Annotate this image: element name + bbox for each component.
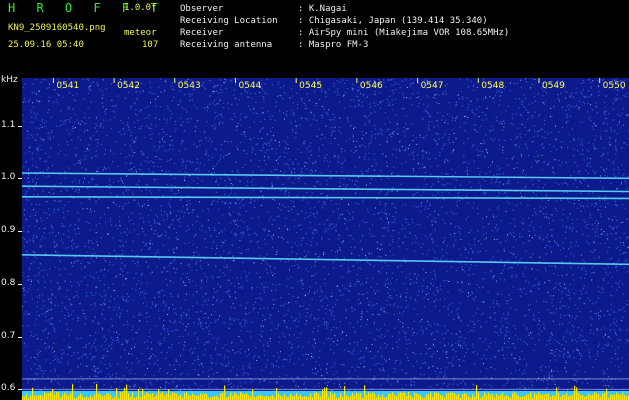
y-axis: kHz 1.1 1.0 0.9 0.8 0.7 0.6 — [0, 75, 22, 400]
receiver-value: : AirSpy mini (Miakejima VOR 108.65MHz) — [298, 28, 510, 38]
y-tick-label: 0.8 — [1, 277, 16, 288]
y-tick-mark — [18, 125, 22, 127]
x-tick-label: 0550 — [602, 81, 626, 91]
spectrogram-background — [22, 78, 629, 400]
y-tick-label: 1.1 — [1, 119, 16, 130]
y-tick-mark — [18, 178, 22, 180]
y-tick-mark — [18, 283, 22, 285]
x-tick-label: 0546 — [359, 81, 383, 91]
version-label: 1.0.0f — [124, 3, 157, 13]
x-tick-label: 0542 — [117, 81, 140, 91]
x-tick-label: 0549 — [541, 81, 565, 91]
y-tick-mark — [18, 336, 22, 338]
y-tick-mark — [18, 389, 22, 391]
filename-label: KN9_2509160540.png — [8, 23, 106, 33]
observer-label: Observer — [180, 4, 224, 14]
y-tick-mark — [18, 231, 22, 233]
header-panel: H R O F F T 1.0.0f KN9_2509160540.png me… — [0, 0, 629, 78]
antenna-label: Receiving antenna — [180, 40, 273, 50]
y-axis-unit: kHz — [1, 75, 18, 85]
location-label: Receiving Location — [180, 16, 278, 26]
mode-label: meteor — [124, 28, 157, 38]
x-tick-label: 0543 — [177, 81, 201, 91]
count-label: 107 — [142, 40, 159, 50]
y-tick-label: 0.6 — [1, 383, 16, 394]
receiver-label: Receiver — [180, 28, 224, 38]
x-tick-label: 0544 — [238, 81, 262, 91]
datetime-label: 25.09.16 05:40 — [8, 40, 84, 50]
spectrogram-svg — [22, 78, 629, 400]
x-tick-label: 0547 — [420, 81, 444, 91]
spectrogram-plot — [22, 78, 629, 400]
x-tick-label: 0545 — [299, 81, 323, 91]
location-value: : Chigasaki, Japan (139.414 35.340) — [298, 16, 488, 26]
y-tick-label: 0.9 — [1, 225, 16, 236]
y-tick-label: 0.7 — [1, 330, 16, 341]
observer-value: : K.Nagai — [298, 4, 347, 14]
x-tick-label: 0548 — [481, 81, 505, 91]
antenna-value: : Maspro FM-3 — [298, 40, 369, 50]
x-tick-label: 0541 — [56, 81, 80, 91]
y-tick-label: 1.0 — [1, 172, 16, 183]
